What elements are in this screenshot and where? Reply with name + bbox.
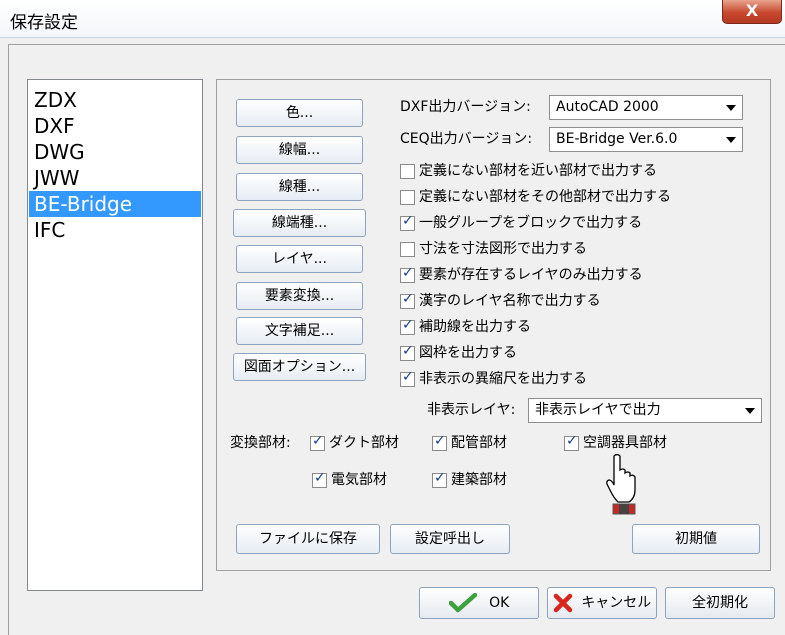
reset-all-button[interactable]: 全初期化 [665,587,775,619]
format-list[interactable]: ZDX DXF DWG JWW BE-Bridge IFC [27,79,203,591]
checkbox[interactable]: ✓ [400,369,415,387]
check-icon: ✓ [402,291,414,307]
check-icon: ✓ [402,213,414,229]
title-bar: 保存設定 X [0,0,785,38]
conversion-item-label: ダクト部材 [329,435,399,451]
close-button[interactable]: X [722,0,782,24]
option-other-member[interactable]: ✓ 定義にない部材をその他部材で出力する [400,187,740,209]
save-to-file-button[interactable]: ファイルに保存 [236,524,380,554]
check-icon: ✓ [402,317,414,333]
element-conversion-button[interactable]: 要素変換... [236,282,363,310]
drawing-options-button[interactable]: 図面オプション... [233,353,366,381]
hidden-layer-value: 非表示レイヤで出力 [535,402,661,418]
conversion-building[interactable]: ✓ 建築部材 [432,470,542,492]
checkbox[interactable]: ✓ [400,190,415,205]
ceq-version-value: BE-Bridge Ver.6.0 [556,131,678,147]
conversion-duct[interactable]: ✓ ダクト部材 [310,433,420,455]
window-title: 保存設定 [10,13,78,33]
dxf-version-select[interactable]: AutoCAD 2000 [549,95,743,120]
check-icon: ✓ [402,369,414,385]
ok-button[interactable]: OK [419,587,539,619]
option-label: 補助線を出力する [419,319,531,335]
option-auxiliary-lines[interactable]: ✓ 補助線を出力する [400,317,740,339]
option-label: 要素が存在するレイヤのみ出力する [419,267,643,283]
cancel-label: キャンセル [581,595,652,611]
format-item-jww[interactable]: JWW [29,165,201,191]
option-drawing-frame[interactable]: ✓ 図枠を出力する [400,343,740,365]
line-end-type-button[interactable]: 線端種... [233,209,366,237]
ceq-version-label: CEQ出力バージョン: [400,131,533,147]
cancel-button[interactable]: キャンセル [547,587,657,619]
chevron-down-icon [726,105,736,111]
line-type-button[interactable]: 線種... [236,173,363,201]
checkbox[interactable]: ✓ [400,265,415,283]
conversion-item-label: 空調器具部材 [583,435,667,451]
option-label: 漢字のレイヤ名称で出力する [419,293,601,309]
format-item-be-bridge[interactable]: BE-Bridge [29,191,201,217]
dxf-version-label: DXF出力バージョン: [400,99,531,115]
option-kanji-layer-names[interactable]: ✓ 漢字のレイヤ名称で出力する [400,291,740,313]
format-item-dwg[interactable]: DWG [29,139,201,165]
check-icon: ✓ [434,470,446,486]
check-icon: ✓ [566,433,578,449]
option-label: 定義にない部材をその他部材で出力する [419,189,671,205]
option-label: 非表示の異縮尺を出力する [419,371,587,387]
checkbox[interactable]: ✓ [400,242,415,257]
ceq-version-select[interactable]: BE-Bridge Ver.6.0 [549,127,743,152]
close-icon: X [745,1,759,20]
check-icon: ✓ [402,343,414,359]
check-icon: ✓ [434,433,446,449]
option-label: 寸法を寸法図形で出力する [419,241,587,257]
format-item-zdx[interactable]: ZDX [29,87,201,113]
checkbox[interactable]: ✓ [310,433,325,451]
text-supplement-button[interactable]: 文字補足... [236,317,363,345]
conversion-item-label: 建築部材 [451,472,507,488]
format-item-ifc[interactable]: IFC [29,217,201,243]
checkbox[interactable]: ✓ [432,470,447,488]
reset-defaults-button[interactable]: 初期値 [632,524,760,554]
color-button[interactable]: 色... [236,99,363,127]
check-icon: ✓ [402,265,414,281]
checkbox[interactable]: ✓ [400,164,415,179]
option-near-member[interactable]: ✓ 定義にない部材を近い部材で出力する [400,161,740,183]
cross-icon [553,593,573,613]
option-existing-layers-only[interactable]: ✓ 要素が存在するレイヤのみ出力する [400,265,740,287]
checkbox[interactable]: ✓ [400,343,415,361]
ok-label: OK [489,595,510,611]
checkbox[interactable]: ✓ [400,317,415,335]
chevron-down-icon [726,137,736,143]
check-icon: ✓ [314,470,326,486]
hand-cursor-icon [606,453,636,515]
conversion-electrical[interactable]: ✓ 電気部材 [312,470,422,492]
line-width-button[interactable]: 線幅... [236,136,363,164]
hidden-layer-select[interactable]: 非表示レイヤで出力 [528,398,762,423]
checkbox[interactable]: ✓ [564,433,579,451]
conversion-label: 変換部材: [230,435,291,451]
option-label: 定義にない部材を近い部材で出力する [419,163,657,179]
checkbox[interactable]: ✓ [432,433,447,451]
conversion-item-label: 電気部材 [331,472,387,488]
checkbox[interactable]: ✓ [400,291,415,309]
hidden-layer-label: 非表示レイヤ: [427,402,516,418]
option-label: 図枠を出力する [419,345,517,361]
conversion-piping[interactable]: ✓ 配管部材 [432,433,542,455]
format-item-dxf[interactable]: DXF [29,113,201,139]
conversion-item-label: 配管部材 [451,435,507,451]
option-dimension-shapes[interactable]: ✓ 寸法を寸法図形で出力する [400,239,740,261]
checkbox[interactable]: ✓ [400,213,415,231]
checkbox[interactable]: ✓ [312,470,327,488]
chevron-down-icon [745,408,755,414]
layer-button[interactable]: レイヤ... [236,245,363,273]
check-icon: ✓ [312,433,324,449]
dxf-version-value: AutoCAD 2000 [556,99,659,115]
checkmark-icon [448,593,477,613]
option-group-as-block[interactable]: ✓ 一般グループをブロックで出力する [400,213,740,235]
load-settings-button[interactable]: 設定呼出し [390,524,510,554]
option-hidden-scale[interactable]: ✓ 非表示の異縮尺を出力する [400,369,740,391]
option-label: 一般グループをブロックで出力する [419,215,643,231]
